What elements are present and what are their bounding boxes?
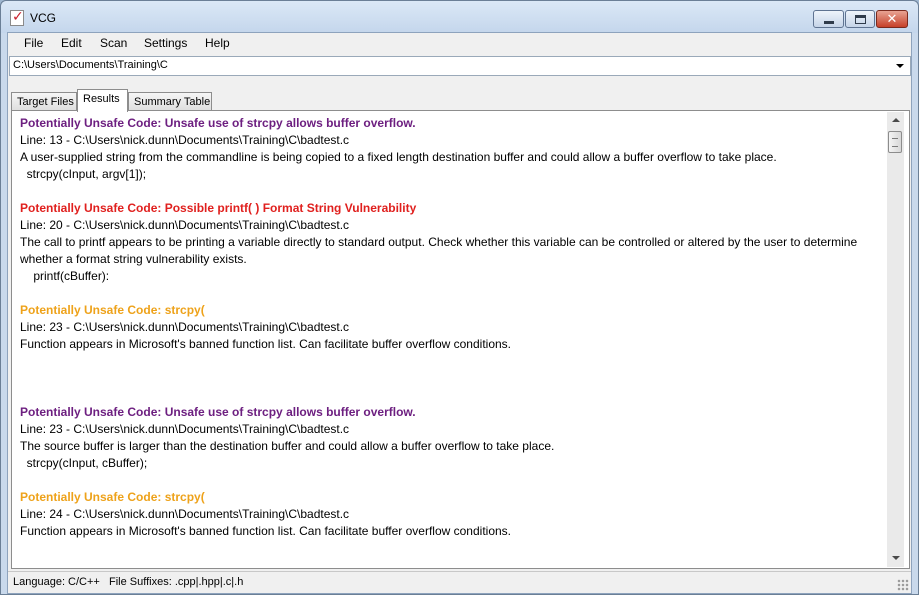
result-location: Line: 20 - C:\Users\nick.dunn\Documents\… — [20, 218, 350, 232]
result-entry: Potentially Unsafe Code: Possible printf… — [20, 200, 882, 285]
minimize-icon — [824, 21, 834, 24]
scroll-up-arrow-icon[interactable] — [887, 112, 904, 129]
result-code: strcpy(cInput, cBuffer); — [20, 456, 148, 470]
target-path-value: C:\Users\Documents\Training\C — [13, 59, 168, 71]
result-code: printf(cBuffer): — [20, 269, 110, 283]
result-description: Function appears in Microsoft's banned f… — [20, 337, 511, 351]
tab-results[interactable]: Results — [77, 89, 128, 112]
resize-grip-icon[interactable] — [897, 579, 909, 591]
result-title: Potentially Unsafe Code: Unsafe use of s… — [20, 116, 416, 130]
result-entry: Potentially Unsafe Code: strcpy( Line: 24… — [20, 489, 882, 540]
title-bar[interactable]: ✓ VCG ✕ — [1, 1, 918, 33]
result-title: Potentially Unsafe Code: Unsafe use of s… — [20, 405, 416, 419]
window-title: VCG — [30, 11, 57, 25]
chevron-down-icon[interactable] — [891, 59, 909, 73]
app-window: ✓ VCG ✕ File Edit Scan Settings Help C:\… — [0, 0, 919, 595]
results-panel: Potentially Unsafe Code: Unsafe use of s… — [11, 110, 910, 569]
menu-settings[interactable]: Settings — [144, 36, 187, 50]
minimize-button[interactable] — [813, 10, 844, 28]
result-description: Function appears in Microsoft's banned f… — [20, 524, 511, 538]
result-description: The source buffer is larger than the des… — [20, 439, 555, 453]
close-button[interactable]: ✕ — [876, 10, 908, 28]
result-title: Potentially Unsafe Code: strcpy( — [20, 490, 205, 504]
result-code — [20, 353, 882, 370]
result-location: Line: 23 - C:\Users\nick.dunn\Documents\… — [20, 320, 350, 334]
menu-bar: File Edit Scan Settings Help — [8, 33, 911, 54]
vertical-scrollbar[interactable] — [887, 112, 904, 567]
result-description: A user-supplied string from the commandl… — [20, 150, 777, 164]
result-entry: Potentially Unsafe Code: Unsafe use of s… — [20, 115, 882, 183]
results-text-area[interactable]: Potentially Unsafe Code: Unsafe use of s… — [20, 115, 882, 561]
tab-summary-table[interactable]: Summary Table — [128, 92, 212, 111]
result-location: Line: 13 - C:\Users\nick.dunn\Documents\… — [20, 133, 350, 147]
menu-file[interactable]: File — [24, 36, 43, 50]
menu-help[interactable]: Help — [205, 36, 230, 50]
result-entry: Potentially Unsafe Code: strcpy( Line: 23… — [20, 302, 882, 370]
client-area: File Edit Scan Settings Help C:\Users\Do… — [7, 32, 912, 594]
status-text: Language: C/C++ File Suffixes: .cpp|.hpp… — [13, 576, 244, 588]
menu-scan[interactable]: Scan — [100, 36, 127, 50]
app-logo-icon: ✓ — [10, 8, 24, 26]
result-title: Potentially Unsafe Code: Possible printf… — [20, 201, 417, 215]
scroll-down-arrow-icon[interactable] — [887, 549, 904, 566]
close-icon: ✕ — [886, 11, 898, 26]
scrollbar-thumb[interactable] — [888, 131, 902, 153]
result-description: The call to printf appears to be printin… — [20, 235, 858, 266]
result-title: Potentially Unsafe Code: strcpy( — [20, 303, 205, 317]
result-code: strcpy(cInput, argv[1]); — [20, 167, 147, 181]
maximize-icon — [855, 15, 866, 24]
result-entry: Potentially Unsafe Code: Unsafe use of s… — [20, 404, 882, 472]
target-path-combobox[interactable]: C:\Users\Documents\Training\C — [9, 56, 911, 76]
menu-edit[interactable]: Edit — [61, 36, 82, 50]
result-location: Line: 23 - C:\Users\nick.dunn\Documents\… — [20, 422, 350, 436]
result-location: Line: 24 - C:\Users\nick.dunn\Documents\… — [20, 507, 350, 521]
tab-target-files[interactable]: Target Files — [11, 92, 77, 111]
status-bar: Language: C/C++ File Suffixes: .cpp|.hpp… — [8, 571, 911, 593]
maximize-button[interactable] — [845, 10, 875, 28]
